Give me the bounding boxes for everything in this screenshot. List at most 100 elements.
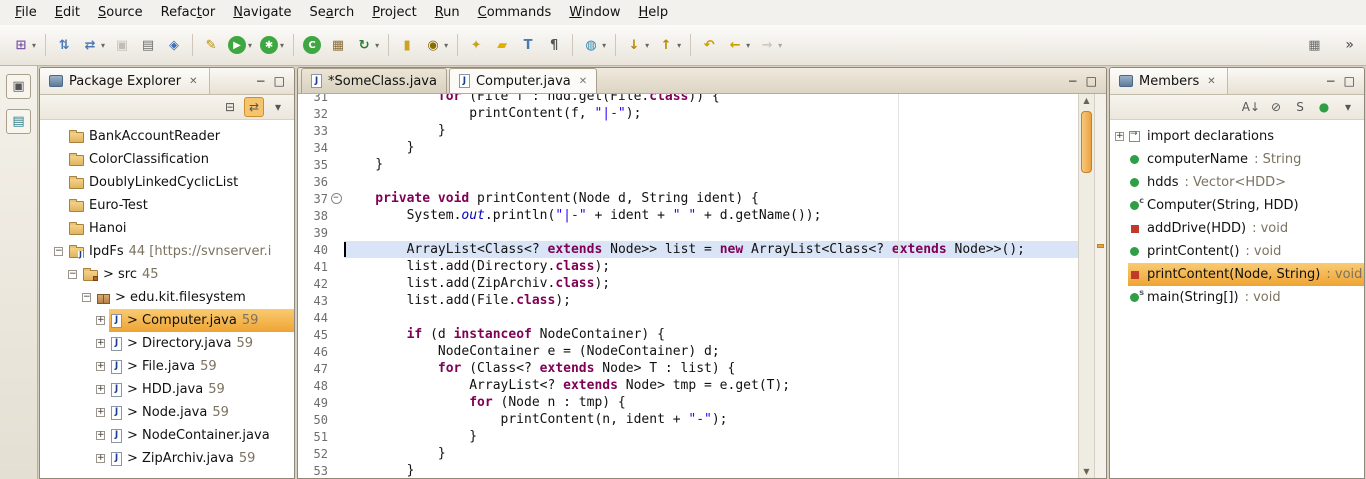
sort-button[interactable]: A↓ bbox=[1240, 97, 1262, 117]
tree-item[interactable]: −> edu.kit.filesystem bbox=[40, 286, 294, 309]
code-line[interactable]: 31for (File f : hdd.get(File.class)) { bbox=[298, 94, 1078, 105]
code-line[interactable]: 35} bbox=[298, 156, 1078, 173]
close-tab-icon[interactable]: ✕ bbox=[579, 76, 587, 87]
console-button[interactable]: ▦ bbox=[1302, 33, 1326, 57]
menu-item-commands[interactable]: Commands bbox=[469, 1, 561, 24]
member-item[interactable]: smain(String[]) : void bbox=[1110, 286, 1364, 309]
code-line[interactable]: 52} bbox=[298, 445, 1078, 462]
code-line[interactable]: 53} bbox=[298, 462, 1078, 478]
minimize-view-button[interactable]: − bbox=[1326, 75, 1336, 87]
tree-item[interactable]: DoublyLinkedCyclicList bbox=[40, 171, 294, 194]
maximize-view-button[interactable]: □ bbox=[1344, 75, 1355, 87]
collapse-icon[interactable]: − bbox=[68, 270, 77, 279]
menu-item-help[interactable]: Help bbox=[630, 1, 678, 24]
member-item[interactable]: computerName : String bbox=[1110, 148, 1364, 171]
code-line[interactable]: 51} bbox=[298, 428, 1078, 445]
tree-item[interactable]: +J> Node.java59 bbox=[40, 401, 294, 424]
expand-icon[interactable]: + bbox=[96, 316, 105, 325]
menu-item-source[interactable]: Source bbox=[89, 1, 152, 24]
menu-item-project[interactable]: Project bbox=[363, 1, 426, 24]
member-item[interactable]: +import declarations bbox=[1110, 125, 1364, 148]
code-line[interactable]: 36 bbox=[298, 173, 1078, 190]
collapse-all-button[interactable]: ⊟ bbox=[220, 97, 240, 117]
expand-icon[interactable]: + bbox=[96, 385, 105, 394]
menu-item-file[interactable]: File bbox=[6, 1, 46, 24]
link-with-editor-button[interactable]: ⇄ bbox=[244, 97, 264, 117]
print-button[interactable]: ▤ bbox=[136, 33, 160, 57]
overview-annotation-mark[interactable] bbox=[1097, 244, 1104, 248]
maximize-editor-button[interactable]: □ bbox=[1086, 75, 1097, 87]
member-item[interactable]: printContent() : void bbox=[1110, 240, 1364, 263]
tree-item[interactable]: −> src45 bbox=[40, 263, 294, 286]
scroll-down-icon[interactable]: ▼ bbox=[1079, 465, 1094, 478]
scrollbar-thumb[interactable] bbox=[1081, 111, 1092, 173]
search-dropdown[interactable]: ◉▾ bbox=[421, 33, 451, 57]
member-item[interactable]: printContent(Node, String) : void bbox=[1110, 263, 1364, 286]
member-item[interactable]: cComputer(String, HDD) bbox=[1110, 194, 1364, 217]
tree-item[interactable]: Euro-Test bbox=[40, 194, 294, 217]
editor-scrollbar[interactable]: ▲ ▼ bbox=[1078, 94, 1094, 478]
new-wizard-dropdown[interactable]: ⊞▾ bbox=[9, 33, 39, 57]
coverage-dropdown[interactable]: ✱▾ bbox=[257, 33, 287, 57]
editor-tab[interactable]: JComputer.java✕ bbox=[449, 68, 597, 93]
commit-dropdown[interactable]: ⇄▾ bbox=[78, 33, 108, 57]
menu-item-run[interactable]: Run bbox=[426, 1, 469, 24]
collapse-icon[interactable]: − bbox=[54, 247, 63, 256]
tree-item[interactable]: +J> NodeContainer.java bbox=[40, 424, 294, 447]
last-edit-button[interactable]: ↶ bbox=[697, 33, 721, 57]
key-button[interactable]: ✦ bbox=[464, 33, 488, 57]
members-view-tab[interactable]: Members ✕ bbox=[1110, 68, 1228, 94]
hide-fields-button[interactable]: ⊘ bbox=[1266, 97, 1286, 117]
view-menu-dropdown[interactable]: ▾ bbox=[268, 97, 288, 117]
code-line[interactable]: 50printContent(n, ident + "-"); bbox=[298, 411, 1078, 428]
hide-static-button[interactable]: S bbox=[1290, 97, 1310, 117]
prev-annotation-dropdown[interactable]: ↑▾ bbox=[654, 33, 684, 57]
whitespace-button[interactable]: ¶ bbox=[542, 33, 566, 57]
overview-ruler[interactable] bbox=[1094, 94, 1106, 478]
member-item[interactable]: addDrive(HDD) : void bbox=[1110, 217, 1364, 240]
code-line[interactable]: 33} bbox=[298, 122, 1078, 139]
restore-view-button[interactable]: ▣ bbox=[6, 74, 31, 99]
code-line[interactable]: 41list.add(Directory.class); bbox=[298, 258, 1078, 275]
tree-item[interactable]: BankAccountReader bbox=[40, 125, 294, 148]
package-explorer-view-tab[interactable]: Package Explorer ✕ bbox=[40, 68, 210, 94]
collapse-icon[interactable]: − bbox=[82, 293, 91, 302]
view-menu-dropdown[interactable]: ▾ bbox=[1338, 97, 1358, 117]
skip-breakpoints-button[interactable]: ✎ bbox=[199, 33, 223, 57]
code-line[interactable]: 45if (d instanceof NodeContainer) { bbox=[298, 326, 1078, 343]
close-view-icon[interactable]: ✕ bbox=[187, 75, 199, 88]
tree-item[interactable]: −JIpdFs44 [https://svnserver.i bbox=[40, 240, 294, 263]
scroll-up-icon[interactable]: ▲ bbox=[1079, 94, 1094, 107]
tree-item[interactable]: ColorClassification bbox=[40, 148, 294, 171]
run-dropdown[interactable]: ▶▾ bbox=[225, 33, 255, 57]
hide-nonpublic-button[interactable]: ● bbox=[1314, 97, 1334, 117]
code-line[interactable]: 42list.add(ZipArchiv.class); bbox=[298, 275, 1078, 292]
tree-item[interactable]: +J> Computer.java59 bbox=[40, 309, 294, 332]
expand-icon[interactable]: + bbox=[96, 362, 105, 371]
highlighter-button[interactable]: ▰ bbox=[490, 33, 514, 57]
jar-export-button[interactable]: ▮ bbox=[395, 33, 419, 57]
code-line[interactable]: 37−private void printContent(Node d, Str… bbox=[298, 190, 1078, 207]
menu-item-edit[interactable]: Edit bbox=[46, 1, 89, 24]
code-line[interactable]: 39 bbox=[298, 224, 1078, 241]
fold-collapse-icon[interactable]: − bbox=[331, 193, 342, 204]
expand-icon[interactable]: + bbox=[96, 454, 105, 463]
code-line[interactable]: 34} bbox=[298, 139, 1078, 156]
code-line[interactable]: 47for (Class<? extends Node> T : list) { bbox=[298, 360, 1078, 377]
code-line[interactable]: 48ArrayList<? extends Node> tmp = e.get(… bbox=[298, 377, 1078, 394]
code-line[interactable]: 46NodeContainer e = (NodeContainer) d; bbox=[298, 343, 1078, 360]
code-line[interactable]: 49for (Node n : tmp) { bbox=[298, 394, 1078, 411]
editor-shortcut-button[interactable]: ▤ bbox=[6, 109, 31, 134]
code-line[interactable]: 38System.out.println("|-" + ident + " " … bbox=[298, 207, 1078, 224]
tree-item[interactable]: +J> ZipArchiv.java59 bbox=[40, 447, 294, 470]
new-class-button[interactable]: C bbox=[300, 33, 324, 57]
menu-item-window[interactable]: Window bbox=[560, 1, 629, 24]
tree-item[interactable]: +J> HDD.java59 bbox=[40, 378, 294, 401]
show-text-button[interactable]: T bbox=[516, 33, 540, 57]
back-dropdown[interactable]: ←▾ bbox=[723, 33, 753, 57]
code-line[interactable]: 40ArrayList<Class<? extends Node>> list … bbox=[298, 241, 1078, 258]
expand-icon[interactable]: + bbox=[96, 431, 105, 440]
expand-icon[interactable]: + bbox=[96, 339, 105, 348]
menu-item-navigate[interactable]: Navigate bbox=[224, 1, 300, 24]
code-area[interactable]: 31for (File f : hdd.get(File.class)) {32… bbox=[298, 94, 1078, 478]
